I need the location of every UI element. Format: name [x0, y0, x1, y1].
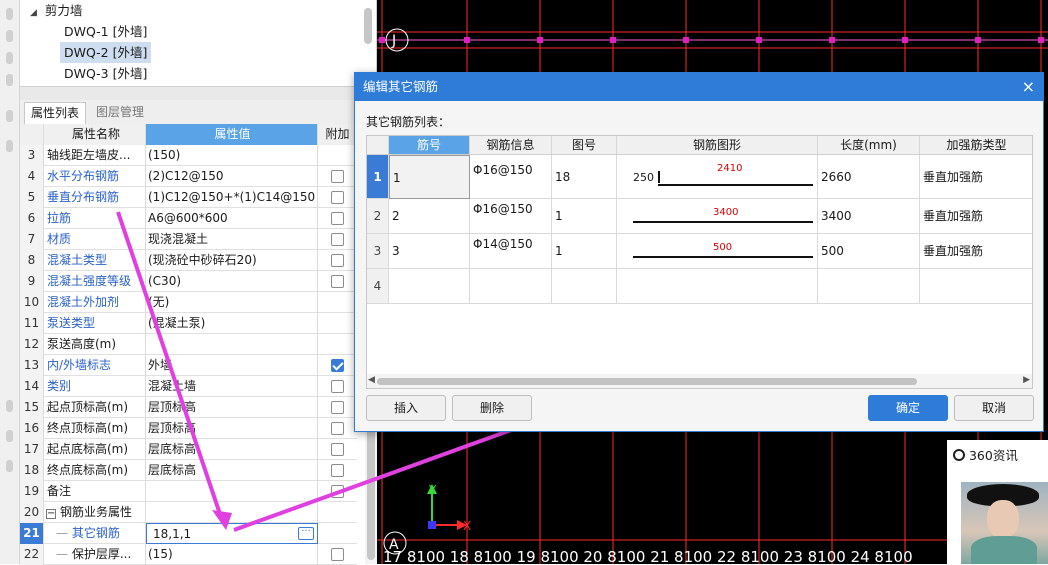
- shape-main-length: 2410: [717, 163, 743, 174]
- shape-line: [633, 221, 813, 223]
- rebar-info-cell[interactable]: Φ14@150: [470, 234, 552, 269]
- col-rebar-info[interactable]: 钢筋信息: [470, 136, 552, 155]
- bar-no-cell[interactable]: 1: [389, 155, 470, 199]
- rebar-shape-cell[interactable]: 500: [617, 234, 818, 269]
- col-rebar-shape[interactable]: 钢筋图形: [617, 136, 818, 155]
- close-icon[interactable]: ×: [1022, 73, 1035, 101]
- shape-line: [633, 256, 813, 258]
- col-length[interactable]: 长度(mm): [818, 136, 920, 155]
- dialog-title-bar[interactable]: 编辑其它钢筋 ×: [355, 73, 1043, 101]
- length-cell[interactable]: [818, 269, 920, 304]
- scroll-left-icon[interactable]: ◀: [368, 375, 375, 385]
- 360-logo-icon: [953, 449, 965, 461]
- news-title: 360资讯: [953, 445, 1018, 464]
- figure-no-cell[interactable]: 1: [552, 199, 617, 234]
- shape-main-length: 500: [713, 242, 733, 253]
- rebar-shape-cell[interactable]: [617, 269, 818, 304]
- shape-line: [658, 184, 813, 186]
- col-reinforce-type[interactable]: 加强筋类型: [920, 136, 1032, 155]
- rebar-table: 筋号 钢筋信息 图号 钢筋图形 长度(mm) 加强筋类型 1 1 Φ16@150 18…: [366, 135, 1033, 389]
- ok-button[interactable]: 确定: [868, 395, 948, 421]
- dialog-title: 编辑其它钢筋: [363, 79, 439, 94]
- rebar-shape-cell[interactable]: 250 2410: [617, 155, 818, 199]
- rebar-list-label: 其它钢筋列表：: [366, 115, 451, 129]
- shape-main-length: 3400: [713, 207, 739, 218]
- bar-no-cell[interactable]: 2: [389, 199, 470, 234]
- length-cell[interactable]: 500: [818, 234, 920, 269]
- bar-no-cell[interactable]: 3: [389, 234, 470, 269]
- figure-no-cell[interactable]: [552, 269, 617, 304]
- rebar-info-cell[interactable]: [470, 269, 552, 304]
- length-cell[interactable]: 2660: [818, 155, 920, 199]
- rebar-shape-cell[interactable]: 3400: [617, 199, 818, 234]
- row-number[interactable]: 1: [367, 155, 389, 199]
- rebar-info-cell[interactable]: Φ16@150: [470, 199, 552, 234]
- figure-no-cell[interactable]: 18: [552, 155, 617, 199]
- col-bar-no[interactable]: 筋号: [389, 136, 470, 155]
- reinforce-type-cell[interactable]: 垂直加强筋: [920, 155, 1032, 199]
- reinforce-type-cell[interactable]: 垂直加强筋: [920, 199, 1032, 234]
- cancel-button[interactable]: 取消: [954, 395, 1034, 421]
- shape-left-length: 250: [633, 171, 654, 184]
- row-number[interactable]: 2: [367, 199, 389, 234]
- length-cell[interactable]: 3400: [818, 199, 920, 234]
- reinforce-type-cell[interactable]: [920, 269, 1032, 304]
- rebar-table-hscroll[interactable]: ◀ ▶: [367, 374, 1032, 388]
- figure-no-cell[interactable]: 1: [552, 234, 617, 269]
- bar-no-cell[interactable]: [389, 269, 470, 304]
- scroll-right-icon[interactable]: ▶: [1023, 375, 1030, 385]
- arrow-vertical-rebar: [116, 211, 224, 521]
- delete-button[interactable]: 删除: [452, 395, 532, 421]
- edit-other-rebar-dialog: 编辑其它钢筋 × 其它钢筋列表： 筋号 钢筋信息 图号 钢筋图形 长度(mm) …: [354, 72, 1044, 432]
- row-number[interactable]: 3: [367, 234, 389, 269]
- insert-button[interactable]: 插入: [366, 395, 446, 421]
- reinforce-type-cell[interactable]: 垂直加强筋: [920, 234, 1032, 269]
- col-figure-no[interactable]: 图号: [552, 136, 617, 155]
- row-number[interactable]: 4: [367, 269, 389, 304]
- news-widget[interactable]: 360资讯: [947, 440, 1048, 564]
- rebar-info-cell[interactable]: Φ16@150: [470, 155, 552, 199]
- news-thumbnail[interactable]: [961, 482, 1048, 564]
